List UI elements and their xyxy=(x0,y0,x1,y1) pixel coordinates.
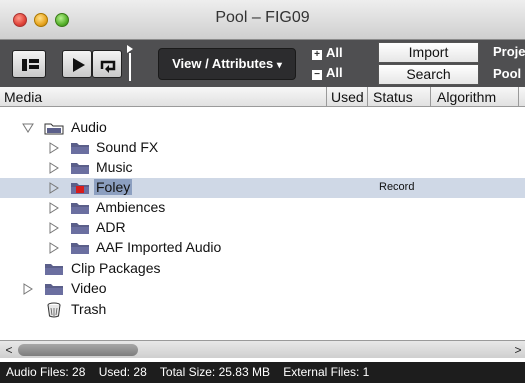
status-record-label: Record xyxy=(379,181,415,193)
tree-label: AAF Imported Audio xyxy=(96,239,222,255)
loop-icon xyxy=(100,60,116,73)
folder-icon xyxy=(71,203,89,214)
pool-folder-label: Pool xyxy=(493,66,522,81)
tree-row-foley[interactable]: Foley Record xyxy=(0,178,525,198)
record-folder-icon xyxy=(71,183,89,194)
column-divider[interactable] xyxy=(326,87,327,107)
tree-row-aaf-imported-audio[interactable]: AAF Imported Audio xyxy=(0,238,525,258)
tree-label: Music xyxy=(96,159,133,175)
folder-icon xyxy=(45,264,63,275)
tree-label: Clip Packages xyxy=(71,260,161,276)
tree-label: Foley xyxy=(94,179,133,195)
pool-tree: Audio Sound FX Music Foley Record Ambien… xyxy=(0,108,525,340)
toolbar: View / Attributes ▾ + All − All Import Sea… xyxy=(0,40,525,87)
tree-label: Audio xyxy=(71,119,107,135)
info-panel-icon xyxy=(22,59,39,71)
column-algorithm[interactable]: Algorithm xyxy=(437,89,496,105)
tree-row-video[interactable]: Video xyxy=(0,279,525,299)
search-button[interactable]: Search xyxy=(378,64,479,85)
scroll-thumb[interactable] xyxy=(18,344,138,356)
project-folder-label: Proje xyxy=(493,44,525,59)
play-icon xyxy=(73,58,85,72)
tree-label: Ambiences xyxy=(96,199,166,215)
scroll-left-arrow-icon[interactable]: < xyxy=(2,343,16,357)
column-media[interactable]: Media xyxy=(4,89,42,105)
expand-all-label: All xyxy=(326,45,343,60)
horizontal-scrollbar[interactable]: < > xyxy=(0,340,525,358)
trash-icon xyxy=(47,302,61,318)
tree-row-audio[interactable]: Audio xyxy=(0,118,525,138)
folder-icon xyxy=(71,243,89,254)
tree-row-trash[interactable]: Trash xyxy=(0,300,525,320)
view-attributes-label: View / Attributes xyxy=(172,56,274,71)
column-divider[interactable] xyxy=(430,87,431,107)
disclosure-collapsed-icon[interactable] xyxy=(48,142,60,154)
status-bar: Audio Files: 28 Used: 28 Total Size: 25.… xyxy=(0,362,525,383)
disclosure-collapsed-icon[interactable] xyxy=(22,283,34,295)
tree-label: Trash xyxy=(71,301,107,317)
tree-row-ambiences[interactable]: Ambiences xyxy=(0,198,525,218)
disclosure-expanded-icon[interactable] xyxy=(22,122,34,134)
total-size: Total Size: 25.83 MB xyxy=(159,365,270,379)
folder-icon xyxy=(71,223,89,234)
column-divider[interactable] xyxy=(367,87,368,107)
audio-files-count: Audio Files: 28 xyxy=(6,365,86,379)
collapse-all-button[interactable]: − All xyxy=(312,65,343,80)
expand-all-button[interactable]: + All xyxy=(312,45,343,60)
column-divider[interactable] xyxy=(518,87,519,107)
folder-icon xyxy=(71,163,89,174)
disclosure-collapsed-icon[interactable] xyxy=(48,162,60,174)
window-title: Pool – FIG09 xyxy=(215,9,310,26)
external-files-count: External Files: 1 xyxy=(283,365,370,379)
view-attributes-menu[interactable]: View / Attributes ▾ xyxy=(158,48,296,80)
import-button[interactable]: Import xyxy=(378,42,479,63)
column-status[interactable]: Status xyxy=(373,89,413,105)
tree-row-adr[interactable]: ADR xyxy=(0,218,525,238)
disclosure-collapsed-icon[interactable] xyxy=(48,182,60,194)
disclosure-collapsed-icon[interactable] xyxy=(48,202,60,214)
tree-label: Sound FX xyxy=(96,139,159,155)
folder-icon xyxy=(45,284,63,295)
tree-label: Video xyxy=(71,280,107,296)
show-info-button[interactable] xyxy=(12,50,46,78)
plus-icon: + xyxy=(312,50,322,60)
tree-row-clip-packages[interactable]: Clip Packages xyxy=(0,259,525,279)
tree-row-music[interactable]: Music xyxy=(0,158,525,178)
used-count: Used: 28 xyxy=(98,365,147,379)
volume-slider[interactable] xyxy=(127,45,133,81)
audio-folder-icon xyxy=(44,123,64,135)
title-bar: Pool – FIG09 xyxy=(0,0,525,40)
column-used[interactable]: Used xyxy=(331,89,364,105)
tree-row-sound-fx[interactable]: Sound FX xyxy=(0,138,525,158)
disclosure-collapsed-icon[interactable] xyxy=(48,222,60,234)
column-header-row: Media Used Status Algorithm xyxy=(0,87,525,107)
chevron-down-icon: ▾ xyxy=(276,60,282,71)
loop-button[interactable] xyxy=(92,50,122,78)
folder-icon xyxy=(71,143,89,154)
collapse-all-label: All xyxy=(326,65,343,80)
play-button[interactable] xyxy=(62,50,92,78)
disclosure-collapsed-icon[interactable] xyxy=(48,242,60,254)
scroll-right-arrow-icon[interactable]: > xyxy=(511,343,525,357)
tree-label: ADR xyxy=(96,219,126,235)
minus-icon: − xyxy=(312,70,322,80)
